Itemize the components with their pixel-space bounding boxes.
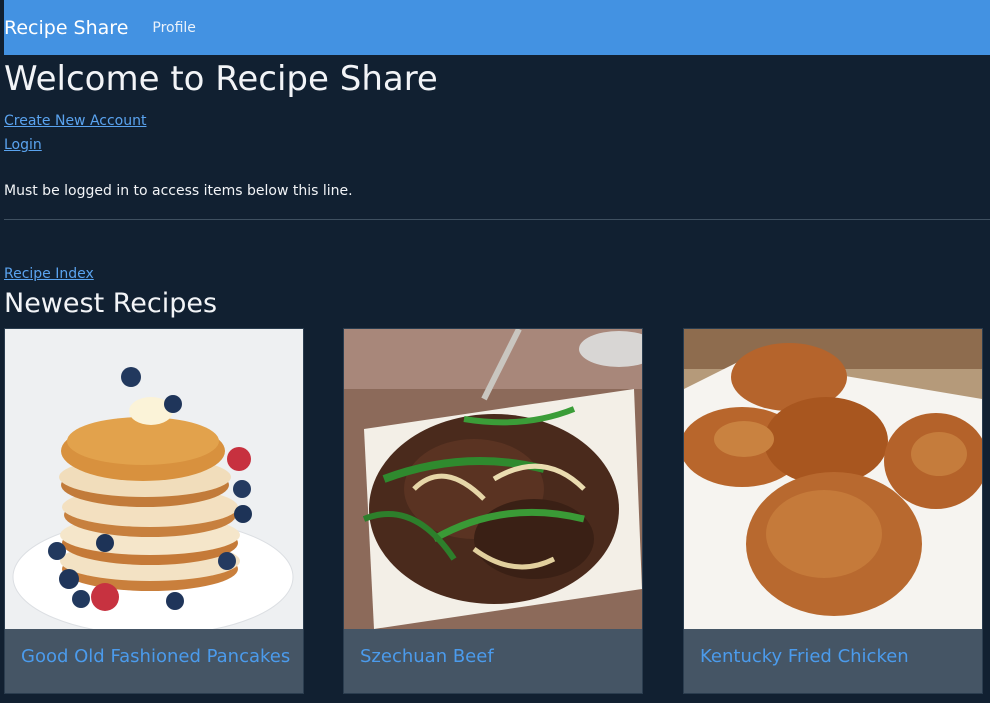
recipe-cards: Good Old Fashioned Pancakes Szechuan Bee… [4,328,990,694]
top-navbar: Recipe Share Profile [4,0,990,55]
recipe-card-pancakes[interactable]: Good Old Fashioned Pancakes [4,328,304,694]
fried-chicken-photo[interactable] [684,329,982,629]
page-title: Welcome to Recipe Share [4,59,438,99]
profile-link[interactable]: Profile [152,20,196,36]
recipe-title-link[interactable]: Kentucky Fried Chicken [684,629,982,667]
brand-link[interactable]: Recipe Share [4,17,128,39]
login-notice: Must be logged in to access items below … [4,183,353,199]
recipe-index-link[interactable]: Recipe Index [4,262,990,286]
create-account-link[interactable]: Create New Account [4,109,990,133]
newest-recipes-heading: Newest Recipes [4,288,218,319]
main-content: Welcome to Recipe Share Create New Accou… [4,55,990,330]
login-link[interactable]: Login [4,133,990,157]
pancakes-photo[interactable] [5,329,303,629]
recipe-title-link[interactable]: Szechuan Beef [344,629,642,667]
recipe-title-link[interactable]: Good Old Fashioned Pancakes [5,629,303,667]
divider [4,219,990,220]
recipe-card-fried-chicken[interactable]: Kentucky Fried Chicken [683,328,983,694]
recipe-card-szechuan-beef[interactable]: Szechuan Beef [343,328,643,694]
beef-stir-fry-photo[interactable] [344,329,642,629]
